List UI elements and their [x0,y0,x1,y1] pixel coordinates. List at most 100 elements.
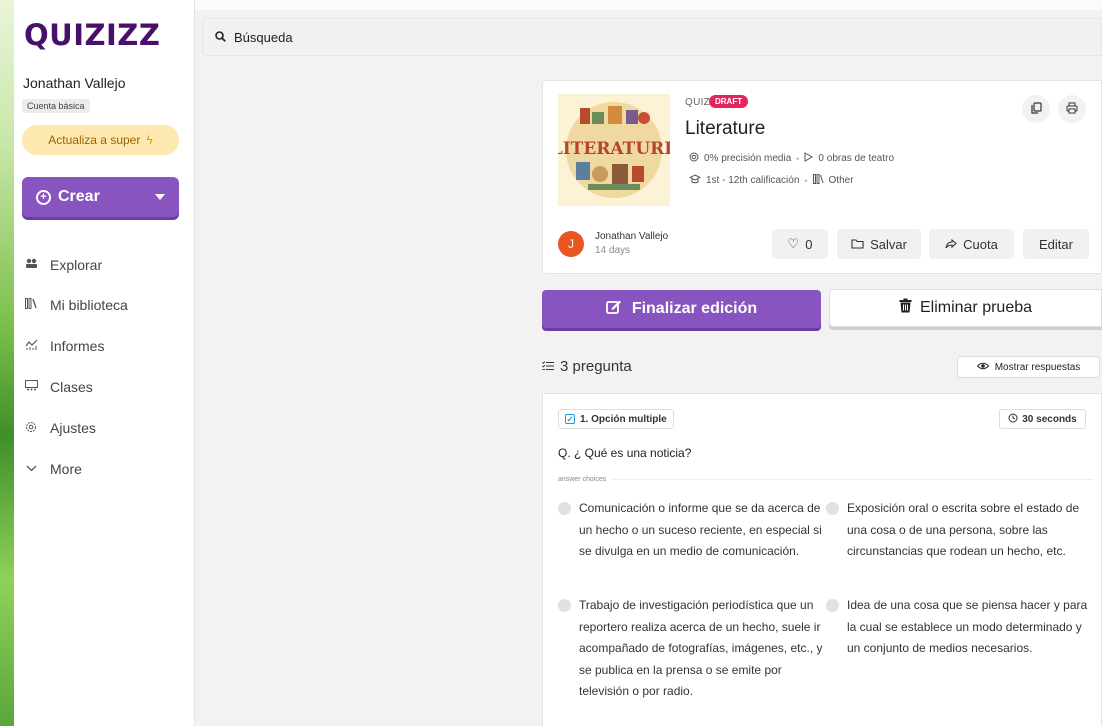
checkbox-icon: ✓ [565,414,575,424]
save-label: Salvar [870,236,907,252]
quiz-stats-row: 0% precisión media • 0 obras de teatro [689,152,894,165]
share-icon [945,237,957,252]
top-strip [195,0,1102,10]
answer-choice: Trabajo de investigación periodística qu… [558,595,826,703]
question-type-label: 1. Opción multiple [580,413,667,425]
heart-icon: ♡ [787,236,800,251]
eye-icon [976,362,989,373]
share-button[interactable]: Cuota [929,229,1014,259]
nav-item-clases[interactable]: Clases [24,376,93,398]
quiz-type-label: QUIZ [685,97,711,108]
play-icon [804,152,814,165]
print-button[interactable] [1058,95,1086,123]
question-count: 3 pregunta [542,358,632,375]
plan-badge: Cuenta básica [22,99,90,113]
question-card[interactable]: ✓ 1. Opción multiple 30 seconds Q. ¿ Qué… [542,393,1102,726]
nav-item-informes[interactable]: Informes [24,335,104,357]
choice-radio-icon [558,502,571,515]
classes-icon [24,380,38,394]
separator-dot: • [804,175,808,186]
separator-dot: • [796,153,800,164]
list-icon [542,358,554,375]
answer-choice: Comunicación o informe que se da acerca … [558,498,826,563]
quiz-cover-image: LITERATURE [558,94,670,206]
choice-radio-icon [826,502,839,515]
subject-text: Other [828,175,854,186]
nav-label: More [50,461,82,477]
choice-text: Trabajo de investigación periodística qu… [579,598,823,698]
chevron-down-icon [24,463,38,475]
question-count-label: 3 pregunta [560,358,632,375]
choice-text: Comunicación o informe que se da acerca … [579,501,822,558]
create-label: Crear [58,188,100,205]
nav-label: Ajustes [50,420,96,436]
like-button[interactable]: ♡ 0 [772,229,828,259]
nav-item-explorar[interactable]: Explorar [24,254,102,276]
target-icon [689,152,699,165]
create-button[interactable]: + Crear [22,177,179,217]
reports-icon [24,339,38,353]
nav-item-more[interactable]: More [24,458,82,480]
user-name: Jonathan Vallejo [23,75,126,91]
copy-icon [1030,101,1042,117]
author-name[interactable]: Jonathan Vallejo [595,231,668,242]
created-date: 14 days [595,245,631,256]
print-icon [1066,102,1078,117]
search-icon [215,30,226,45]
plus-circle-icon: + [36,189,51,205]
finish-editing-button[interactable]: Finalizar edición [542,290,821,328]
upgrade-button[interactable]: Actualiza a super ϟ [22,125,179,155]
finish-label: Finalizar edición [631,300,758,317]
nav-label: Clases [50,379,93,395]
quizizz-logo[interactable]: QUIZIZZ [24,18,160,52]
caret-down-icon[interactable] [155,194,165,200]
duplicate-button[interactable] [1022,95,1050,123]
question-type-badge: ✓ 1. Opción multiple [558,409,674,429]
question-time-label: 30 seconds [1022,413,1077,425]
quiz-card: LITERATURE QUIZ DRAFT Literature 0% prec… [542,80,1102,274]
library-icon [812,174,824,187]
folder-icon [851,237,864,252]
share-label: Cuota [963,236,998,252]
question-text: Q. ¿ Qué es una noticia? [558,446,692,460]
answer-choices-label: answer choices [558,476,607,483]
nav-item-ajustes[interactable]: Ajustes [24,417,96,439]
quiz-title: Literature [685,118,766,139]
like-count: 0 [805,236,813,252]
plays-text: 0 obras de teatro [818,153,895,164]
nav-label: Mi biblioteca [50,297,128,313]
library-icon [24,298,38,312]
trash-icon [899,298,912,318]
search-placeholder: Búsqueda [234,29,293,45]
nav-label: Informes [50,338,105,354]
choice-text: Idea de una cosa que se piensa hacer y p… [847,598,1088,655]
search-bar[interactable]: Búsqueda [202,18,1102,56]
upgrade-label: Actualiza a super [48,133,141,147]
nav-item-mi-biblioteca[interactable]: Mi biblioteca [24,294,128,316]
graduation-cap-icon [688,174,702,187]
nav-label: Explorar [50,257,103,273]
choice-text: Exposición oral o escrita sobre el estad… [847,501,1080,558]
accuracy-text: 0% precisión media [704,153,792,164]
show-answers-button[interactable]: Mostrar respuestas [957,356,1100,378]
cover-title: LITERATURE [558,139,670,159]
edit-label: Editar [1039,236,1073,252]
explore-icon [24,258,38,272]
show-answers-label: Mostrar respuestas [994,361,1081,373]
grades-text: 1st - 12th calificación [706,175,800,186]
delete-quiz-button[interactable]: Eliminar prueba [829,289,1102,327]
question-time-badge[interactable]: 30 seconds [999,409,1086,429]
lightning-icon: ϟ [146,133,153,147]
answer-choices-divider: answer choices [558,476,1093,483]
delete-label: Eliminar prueba [919,299,1033,316]
author-avatar[interactable]: J [558,231,584,257]
sidebar: QUIZIZZ Jonathan Vallejo Cuenta básica A… [14,0,195,726]
choice-radio-icon [826,599,839,612]
save-button[interactable]: Salvar [837,229,921,259]
draft-badge: DRAFT [709,95,749,108]
choice-radio-icon [558,599,571,612]
edit-button[interactable]: Editar [1023,229,1089,259]
settings-icon [24,421,38,436]
clock-icon [1008,413,1018,426]
edit-icon [605,299,622,319]
